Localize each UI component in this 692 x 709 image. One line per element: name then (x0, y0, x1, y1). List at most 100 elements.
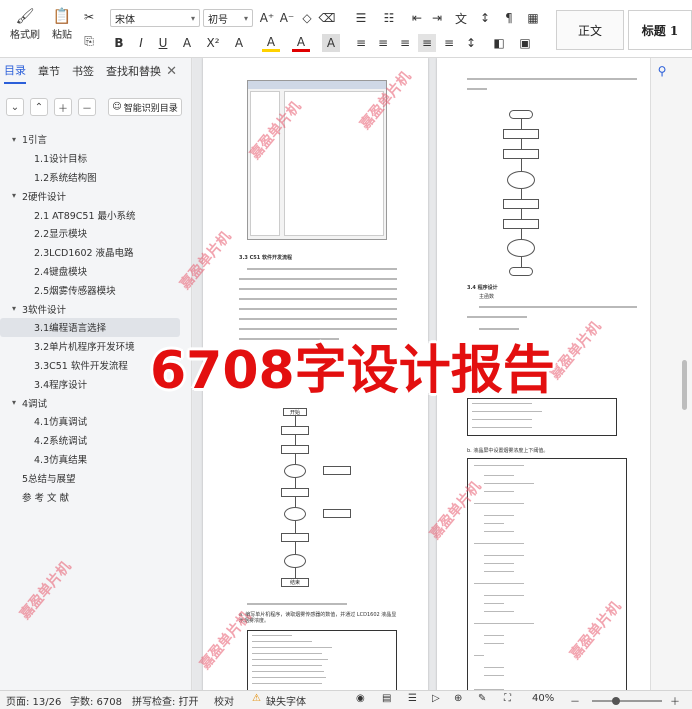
toc-item[interactable]: 5总结与展望 (0, 468, 192, 487)
border-icon[interactable]: ▦ (524, 9, 542, 27)
collapse-icon[interactable]: ⌄ (6, 98, 24, 116)
indent-icon[interactable]: ⇥ (428, 9, 446, 27)
toc-item[interactable]: 2.3LCD1602 液晶电路 (0, 243, 192, 262)
toc-item[interactable]: 4.1仿真调试 (0, 412, 192, 431)
align-left-button[interactable]: ≡ (352, 34, 370, 52)
tab-toc[interactable]: 目录 (4, 58, 26, 84)
style-normal[interactable]: 正文 (556, 10, 624, 50)
chevron-down-icon[interactable]: ▾ (12, 398, 22, 407)
fit-icon[interactable]: ⛶ (504, 693, 511, 704)
location-icon[interactable]: ⚲ (653, 62, 671, 80)
shading-icon[interactable]: ◧ (490, 34, 508, 52)
distribute-button[interactable]: ≡ (440, 34, 458, 52)
flow-start: 开始 (283, 408, 307, 416)
toc-item[interactable]: 3.1编程语言选择 (0, 317, 180, 337)
toc-item-label: 2.2显示模块 (34, 229, 88, 241)
font-size-select[interactable]: 初号 ▾ (203, 9, 253, 27)
outline-view-icon[interactable]: ☰ (408, 693, 417, 704)
page-count[interactable]: 页面: 13/26 (6, 693, 61, 708)
clear-format-icon[interactable]: ◇ (298, 9, 316, 27)
copy-icon[interactable]: ⎘ (80, 32, 98, 50)
zoom-knob[interactable] (612, 697, 620, 705)
spell-check[interactable]: 拼写检查: 打开 (132, 693, 199, 708)
toc-item[interactable]: 2.2显示模块 (0, 224, 192, 243)
zoom-out-icon[interactable]: － (570, 693, 580, 708)
left-item: a. 编写单片机程序，读取烟雾传感器的数值，并通过 LCD1602 液晶显示烟雾… (239, 612, 397, 624)
chevron-down-icon: ▾ (243, 13, 248, 23)
sort-icon[interactable]: ↕ (476, 9, 494, 27)
toc-item[interactable]: 4.2系统调试 (0, 431, 192, 450)
justify-button[interactable]: ≡ (418, 34, 436, 52)
flow-node (281, 533, 309, 542)
cut-icon[interactable]: ✂ (80, 8, 98, 26)
toc-item[interactable]: 1.1设计目标 (0, 149, 192, 168)
flow-node (323, 466, 351, 475)
eye-icon[interactable]: ◉ (356, 693, 365, 704)
bullet-list-icon[interactable]: ☰ (352, 9, 370, 27)
expand-icon[interactable]: ⌃ (30, 98, 48, 116)
warning-icon: ⚠ (252, 693, 261, 704)
chevron-down-icon[interactable]: ▾ (12, 135, 22, 144)
show-marks-icon[interactable]: ¶ (500, 9, 518, 27)
style-heading1[interactable]: 标题 1 (628, 10, 692, 50)
shrink-font-icon[interactable]: A⁻ (278, 9, 296, 27)
italic-button[interactable]: I (132, 34, 150, 52)
missing-font[interactable]: 缺失字体 (266, 693, 306, 708)
flow-decision (507, 239, 535, 257)
toc-item[interactable]: 2.5烟雾传感器模块 (0, 280, 192, 299)
line-spacing-button[interactable]: ↕ (462, 34, 480, 52)
superscript-button[interactable]: X² (204, 34, 222, 52)
font-color-button[interactable]: A (292, 34, 310, 52)
proofread[interactable]: 校对 (214, 693, 234, 708)
underline-button[interactable]: U (154, 34, 172, 52)
align-right-button[interactable]: ≡ (396, 34, 414, 52)
chinese-layout-icon[interactable]: 文 (452, 9, 470, 27)
zoom-in-icon[interactable]: ＋ (670, 693, 680, 708)
toc-item[interactable]: 参 考 文 献 (0, 487, 192, 506)
chevron-down-icon[interactable]: ▾ (12, 191, 22, 200)
highlight-button[interactable]: A (262, 34, 280, 52)
flow-node (503, 219, 539, 229)
eraser-icon[interactable]: ⌫ (318, 9, 336, 27)
close-icon[interactable]: ✕ (166, 64, 177, 79)
strikethrough-button[interactable]: A (178, 34, 196, 52)
grow-font-icon[interactable]: A⁺ (258, 9, 276, 27)
smart-toc-button[interactable]: ☺ 智能识别目录 (108, 98, 182, 116)
toc-item[interactable]: 2.4键盘模块 (0, 262, 192, 281)
format-painter-button[interactable]: 🖌 格式刷 (10, 6, 40, 41)
toc-item[interactable]: ▾ 2硬件设计 (0, 186, 192, 205)
add-icon[interactable]: ＋ (54, 98, 72, 116)
word-count[interactable]: 字数: 6708 (70, 693, 122, 708)
toc-item-label: 4.2系统调试 (34, 436, 88, 448)
page-view-icon[interactable]: ▤ (382, 693, 391, 704)
toc-item[interactable]: ▾ 3软件设计 (0, 299, 192, 318)
char-shading-button[interactable]: A (322, 34, 340, 52)
right-item: b. 液晶屏中设置烟雾浓度上下阈值。 (467, 448, 549, 454)
toc-item-label: 2硬件设计 (22, 191, 67, 203)
zoom-slider[interactable] (592, 697, 662, 705)
scroll-thumb[interactable] (682, 360, 687, 410)
toc-item[interactable]: 1.2系统结构图 (0, 168, 192, 187)
outdent-icon[interactable]: ⇤ (408, 9, 426, 27)
zoom-level[interactable]: 40% (532, 693, 554, 704)
bold-button[interactable]: B (110, 34, 128, 52)
play-icon[interactable]: ▷ (432, 693, 440, 704)
toc-item[interactable]: ▾ 1引言 (0, 130, 192, 149)
paste-button[interactable]: 📋 粘贴 (52, 6, 72, 41)
tab-chapters[interactable]: 章节 (38, 59, 60, 83)
web-icon[interactable]: ⊕ (454, 693, 462, 704)
tab-find-replace[interactable]: 查找和替换 (106, 59, 161, 83)
number-list-icon[interactable]: ☷ (380, 9, 398, 27)
vertical-scrollbar[interactable] (681, 60, 689, 680)
remove-icon[interactable]: － (78, 98, 96, 116)
text-effect-button[interactable]: A (230, 34, 248, 52)
table-border-icon[interactable]: ▣ (516, 34, 534, 52)
pen-icon[interactable]: ✎ (478, 693, 486, 704)
flow-node (281, 445, 309, 454)
chevron-down-icon[interactable]: ▾ (12, 304, 22, 313)
font-name-select[interactable]: 宋体 ▾ (110, 9, 200, 27)
align-center-button[interactable]: ≡ (374, 34, 392, 52)
toc-item[interactable]: 4.3仿真结果 (0, 450, 192, 469)
toc-item[interactable]: 2.1 AT89C51 最小系统 (0, 205, 192, 224)
tab-bookmarks[interactable]: 书签 (72, 59, 94, 83)
